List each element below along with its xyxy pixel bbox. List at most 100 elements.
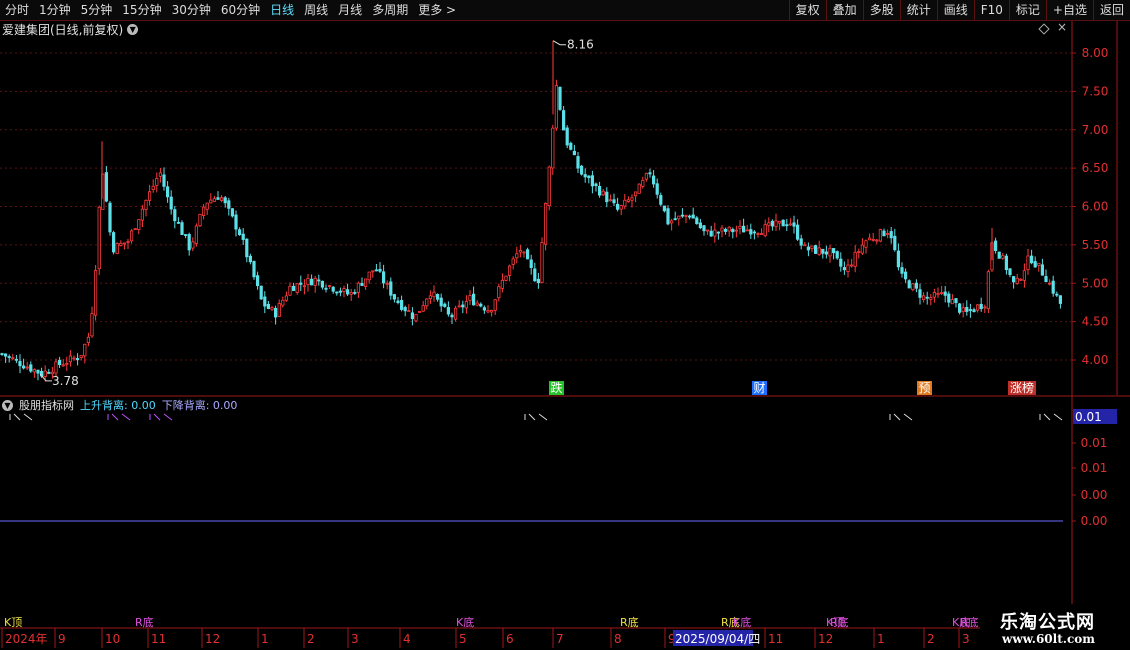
candle-body: [180, 222, 184, 235]
indicator-axis-label: 0.00: [1081, 514, 1108, 528]
candle-body: [763, 224, 767, 237]
candle-body: [414, 314, 418, 322]
candle-body: [1001, 255, 1005, 259]
candle-body: [644, 172, 649, 180]
candle-body: [219, 197, 224, 201]
candle-body: [0, 353, 4, 355]
candle-body: [183, 234, 188, 236]
candle-body: [345, 289, 350, 295]
candle-body: [417, 311, 422, 313]
candle-body: [958, 303, 962, 313]
candle-body: [241, 233, 245, 240]
candle-body: [569, 142, 573, 150]
candle-body: [367, 271, 371, 281]
candle-body: [817, 247, 821, 256]
candle-body: [673, 218, 677, 221]
candle-body: [356, 282, 361, 293]
candle-body: [810, 245, 814, 249]
kline-chart[interactable]: 8.00 7.50 7.00 6.50 6.00 5.50 5.00 4.50 4.00 8.16…: [0, 0, 1130, 650]
candle-body: [76, 358, 80, 361]
price-axis-label: 5.00: [1082, 276, 1109, 290]
candle-body: [7, 356, 11, 358]
candle-body: [284, 295, 289, 301]
candle-body: [796, 224, 800, 240]
candle-body: [349, 292, 353, 295]
candle-body: [263, 296, 267, 307]
candle-body: [580, 165, 584, 175]
candle-body: [443, 303, 447, 307]
candle-body: [389, 281, 393, 296]
candle-body: [468, 295, 472, 301]
candle-body: [914, 282, 919, 289]
candle-body: [61, 364, 65, 367]
candle-body: [878, 229, 883, 242]
candle-body: [1004, 255, 1009, 271]
candle-body: [155, 178, 159, 186]
event-badge-label: 财: [753, 381, 765, 395]
candle-body: [1044, 276, 1048, 283]
candle-body: [554, 85, 559, 129]
bottom-signal: R底: [620, 615, 639, 629]
candle-body: [533, 268, 537, 282]
up-divergence-label: 上升背离: 0.00: [80, 399, 156, 412]
candle-body: [11, 357, 15, 360]
candle-body: [216, 197, 220, 200]
indicator-name[interactable]: 股朋指标网: [19, 397, 74, 413]
candle-body: [932, 292, 937, 298]
candle-body: [223, 197, 227, 204]
candle-body: [619, 205, 623, 210]
candle-body: [281, 299, 285, 306]
candle-body: [724, 228, 728, 232]
down-divergence-label: 下降背离: 0.00: [161, 399, 238, 412]
candle-body: [234, 214, 238, 230]
candle-body: [1048, 282, 1052, 285]
timeline-label: 3: [962, 632, 970, 646]
candle-body: [860, 244, 865, 254]
bottom-signal: K底: [733, 615, 751, 629]
signal-mark: [107, 413, 131, 421]
candle-body: [14, 358, 18, 361]
candle-body: [270, 307, 274, 310]
candle-body: [893, 235, 897, 251]
candle-body: [497, 286, 501, 299]
candle-body: [421, 305, 425, 312]
candle-body: [662, 205, 667, 212]
candle-body: [471, 293, 476, 306]
candle-body: [353, 292, 357, 294]
chevron-down-icon[interactable]: ▼: [2, 399, 13, 411]
candle-body: [313, 277, 317, 286]
candle-body: [734, 229, 739, 232]
candle-body: [90, 313, 94, 337]
indicator-axis-label: 0.01: [1081, 436, 1108, 450]
candle-body: [36, 369, 40, 374]
candle-body: [756, 233, 760, 235]
timeline-label: 4: [403, 632, 411, 646]
candle-body: [590, 175, 595, 187]
candle-body: [324, 287, 328, 290]
candle-body: [846, 264, 850, 272]
candle-body: [435, 293, 440, 300]
candle-body: [655, 183, 659, 195]
candle-body: [626, 199, 631, 202]
candle-body: [889, 231, 893, 239]
watermark-title: 乐淘公式网: [1000, 612, 1095, 633]
candle-body: [266, 303, 271, 309]
candle-body: [882, 230, 886, 237]
timeline-label: 5: [459, 632, 467, 646]
timeline-label: 9: [58, 632, 66, 646]
candle-body: [659, 195, 663, 205]
candle-body: [983, 306, 987, 309]
candle-body: [504, 275, 508, 281]
candle-body: [259, 285, 263, 300]
candle-body: [680, 214, 685, 217]
candle-body: [572, 150, 577, 156]
candle-body: [943, 291, 947, 296]
candle-body: [68, 355, 72, 363]
candle-body: [317, 279, 321, 282]
candle-body: [144, 199, 148, 210]
candle-body: [925, 296, 929, 299]
candle-body: [806, 246, 811, 251]
candle-body: [637, 183, 641, 194]
candle-body: [255, 275, 260, 287]
candle-body: [904, 271, 908, 280]
